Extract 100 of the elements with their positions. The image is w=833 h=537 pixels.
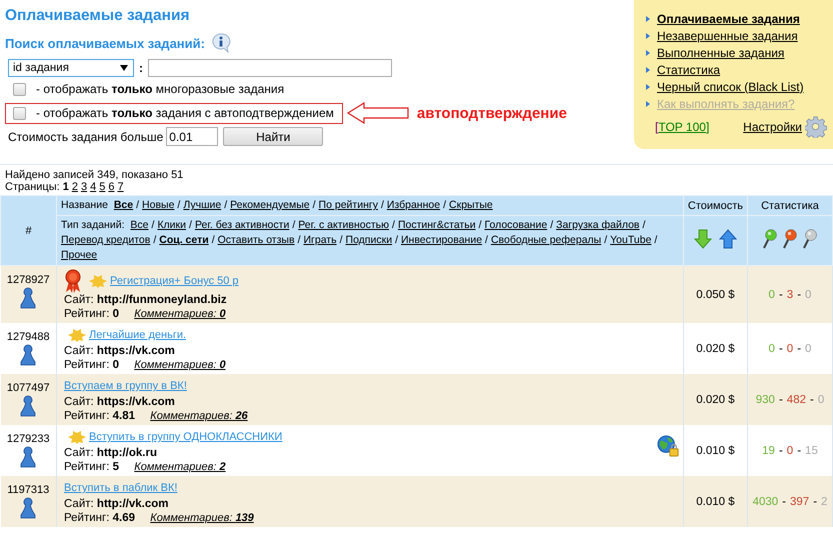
filter-link[interactable]: Оставить отзыв xyxy=(218,234,295,246)
separator-text: / xyxy=(395,234,398,246)
filter-link[interactable]: Все xyxy=(114,199,134,211)
site-url: http://vk.com xyxy=(96,498,168,510)
filter-link[interactable]: Все xyxy=(130,219,149,231)
separator-text: / xyxy=(642,219,646,231)
filter-link[interactable]: Рекомендуемые xyxy=(230,199,310,211)
field-select[interactable]: id задания xyxy=(8,59,134,77)
checkbox[interactable] xyxy=(13,83,26,96)
comments-link[interactable]: Комментариев: 26 xyxy=(150,410,248,422)
filter-link[interactable]: По рейтингу xyxy=(318,199,378,211)
filter-link[interactable]: Перевод кредитов xyxy=(61,234,150,246)
pin-icon[interactable] xyxy=(762,229,778,249)
info-icon[interactable] xyxy=(210,33,231,53)
checkbox-label: - отображать только многоразовые задания xyxy=(36,82,284,97)
stat-count: 3 xyxy=(786,288,794,300)
sort-down-icon[interactable] xyxy=(694,229,712,249)
filter-link[interactable]: Подписки xyxy=(346,234,392,246)
page-link[interactable]: 4 xyxy=(90,181,96,193)
filter-link[interactable]: Клики xyxy=(157,219,186,231)
pawn-icon xyxy=(20,395,36,417)
separator-text: / xyxy=(485,234,488,246)
pin-icon[interactable] xyxy=(802,229,818,249)
menu-link[interactable]: Незавершенные задания xyxy=(657,28,798,42)
bullet-icon xyxy=(646,100,650,106)
page-link[interactable]: 5 xyxy=(99,181,106,193)
filter-link[interactable]: Прочее xyxy=(61,249,98,261)
settings-link[interactable]: Настройки xyxy=(743,120,802,134)
separator-text: - xyxy=(778,444,783,456)
search-input-field[interactable] xyxy=(148,59,392,77)
top-100-link[interactable]: TOP 100 xyxy=(658,120,706,134)
arrow-icon xyxy=(346,102,409,124)
site-url: https://vk.com xyxy=(96,396,175,408)
stat-count: 15 xyxy=(805,444,818,456)
filter-link[interactable]: Избранное xyxy=(386,199,440,211)
filter-link[interactable]: Рег. без активности xyxy=(194,219,290,231)
menu-link[interactable]: Выполненные задания xyxy=(657,46,784,60)
sort-up-icon[interactable] xyxy=(718,229,737,249)
stat-count: 0 xyxy=(786,342,794,354)
cost-input-field[interactable]: 0.01 xyxy=(166,127,218,146)
find-button[interactable]: Найти xyxy=(223,127,324,146)
menu-link[interactable]: Оплачиваемые задания xyxy=(657,12,800,26)
checkbox[interactable] xyxy=(13,106,26,120)
menu-link[interactable]: Статистика xyxy=(657,62,720,76)
separator-text: / xyxy=(136,199,140,211)
rating-value: 5 xyxy=(112,461,120,473)
stat-count: 0 xyxy=(805,342,812,354)
filter-link[interactable]: Постинг&статьи xyxy=(398,219,476,231)
separator-text: / xyxy=(550,219,554,231)
separator-text: - xyxy=(782,496,786,508)
filter-link[interactable]: Соц. сети xyxy=(159,234,209,246)
page-link[interactable]: 7 xyxy=(117,181,124,193)
filter-link[interactable]: Свободные рефералы xyxy=(490,234,602,246)
separator-text: / xyxy=(312,199,316,211)
filter-link[interactable]: Голосование xyxy=(484,219,548,231)
rating-label: Рейтинг: xyxy=(64,359,110,371)
site-label: Сайт: xyxy=(64,345,94,357)
settings-icon[interactable] xyxy=(805,116,827,138)
filter-link[interactable]: YouTube xyxy=(610,234,652,246)
separator-text: - xyxy=(797,342,802,354)
comments-link[interactable]: Комментариев: 0 xyxy=(134,308,226,320)
stat-count: 482 xyxy=(786,394,806,406)
filter-link[interactable]: Лучшие xyxy=(183,199,222,211)
filter-link[interactable]: Играть xyxy=(303,234,337,246)
page-link[interactable]: 3 xyxy=(80,181,88,193)
task-cost: 0.050 $ xyxy=(696,288,735,300)
stat-count: 2 xyxy=(821,496,828,508)
task-id: 1278927 xyxy=(6,274,51,286)
comments-link[interactable]: Комментариев: 139 xyxy=(150,512,254,524)
site-label: Сайт: xyxy=(64,294,94,306)
pin-icon[interactable] xyxy=(782,229,798,249)
stat-count: 0 xyxy=(786,444,794,456)
page-link[interactable]: 1 xyxy=(62,181,69,193)
task-id: 1279488 xyxy=(6,331,51,343)
comments-link[interactable]: Комментариев: 2 xyxy=(134,461,226,473)
filter-link[interactable]: Рег. с активностью xyxy=(298,219,390,231)
task-id: 1197313 xyxy=(6,484,50,496)
bullet-icon xyxy=(646,50,650,56)
page-link[interactable]: 2 xyxy=(72,181,78,193)
comments-link[interactable]: Комментариев: 0 xyxy=(134,359,226,371)
task-cost: 0.020 $ xyxy=(696,394,735,406)
filter-link[interactable]: Новые xyxy=(142,199,174,211)
menu-link[interactable]: Черный список (Black List) xyxy=(657,80,804,94)
separator-text: / xyxy=(152,219,154,231)
site-url: http://ok.ru xyxy=(96,447,157,459)
rating-label: Рейтинг: xyxy=(64,461,110,473)
rating-value: 0 xyxy=(112,359,120,371)
separator-text: / xyxy=(224,199,228,211)
separator-text: - xyxy=(778,394,783,406)
stat-count: 0 xyxy=(818,394,824,406)
separator-text: - xyxy=(797,444,802,456)
stat-count: 0 xyxy=(768,342,775,354)
rating-label: Рейтинг: xyxy=(64,512,110,524)
filter-link[interactable]: Загрузка файлов xyxy=(556,219,640,231)
site-url: https://vk.com xyxy=(96,345,175,357)
pages-label: Страницы: xyxy=(5,181,60,193)
task-id: 1279233 xyxy=(6,433,51,445)
filter-link[interactable]: Инвестирование xyxy=(400,234,482,246)
filter-link[interactable]: Скрытые xyxy=(449,199,493,211)
page-link[interactable]: 6 xyxy=(108,181,114,193)
